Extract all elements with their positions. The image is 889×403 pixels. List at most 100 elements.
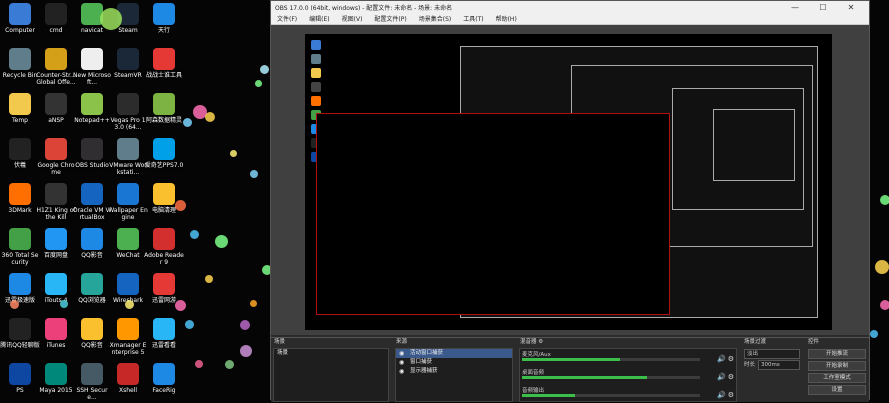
desktop-shortcut[interactable]: WeChat: [108, 228, 148, 259]
desktop-shortcut[interactable]: iTunes: [36, 318, 76, 349]
studio-mode-button[interactable]: 工作室模式: [808, 373, 866, 383]
desktop-shortcut[interactable]: QQ影音: [72, 228, 112, 259]
desktop-shortcut[interactable]: Adobe Reader 9: [144, 228, 184, 266]
desktop-shortcut-label: Computer: [5, 27, 35, 34]
desktop-shortcut[interactable]: QQ影音: [72, 318, 112, 349]
source-bounding-box[interactable]: [316, 113, 670, 315]
desktop-shortcut-label: 3DMark: [8, 207, 32, 214]
maximize-button[interactable]: ☐: [809, 3, 837, 12]
preview-canvas[interactable]: [305, 34, 832, 330]
scene-item[interactable]: 场景: [274, 349, 388, 358]
desktop-shortcut[interactable]: Maya 2015: [36, 363, 76, 394]
desktop-shortcut-label: QQ影音: [81, 342, 103, 349]
desktop-shortcut[interactable]: PS: [0, 363, 40, 394]
desktop-shortcut[interactable]: Google Chrome: [36, 138, 76, 176]
xmanager-icon: [117, 318, 139, 340]
ssh-icon: [81, 363, 103, 385]
desktop-shortcut[interactable]: SteamVR: [108, 48, 148, 79]
duration-input[interactable]: 300ms: [758, 360, 800, 370]
desktop-shortcut-label: Temp: [12, 117, 28, 124]
desktop-shortcut[interactable]: Vegas Pro 13.0 (64...: [108, 93, 148, 131]
menu-profile[interactable]: 配置文件(P): [368, 14, 412, 23]
desktop-shortcut-label: Maya 2015: [39, 387, 73, 394]
desktop-shortcut[interactable]: iTouts 4: [36, 273, 76, 304]
desktop-shortcut[interactable]: 爱奇艺PPS7.0: [144, 138, 184, 169]
menu-file[interactable]: 文件(F): [271, 14, 303, 23]
menu-edit[interactable]: 编辑(E): [303, 14, 335, 23]
minimize-button[interactable]: —: [781, 3, 809, 12]
desktop-shortcut[interactable]: aNSP: [36, 93, 76, 124]
desktop-shortcut[interactable]: Xshell: [108, 363, 148, 394]
gear-icon[interactable]: ⚙: [728, 355, 734, 363]
facerig-icon: [153, 363, 175, 385]
speaker-icon[interactable]: 🔊: [717, 373, 726, 381]
volume-slider[interactable]: [522, 358, 700, 361]
broom-icon: [153, 183, 175, 205]
menu-help[interactable]: 帮助(H): [490, 14, 523, 23]
channel-name: 桌面音频: [522, 370, 545, 376]
desktop-shortcut[interactable]: 战战士谁工具: [144, 48, 184, 79]
desktop-shortcut[interactable]: 360 Total Security: [0, 228, 40, 266]
obs-window: OBS 17.0.0 (64bit, windows) - 配置文件: 未命名 …: [270, 0, 870, 402]
desktop-shortcut[interactable]: New Microsoft...: [72, 48, 112, 86]
eye-icon[interactable]: ◉: [399, 349, 404, 358]
desktop-shortcut[interactable]: Recycle Bin: [0, 48, 40, 79]
transition-select[interactable]: 淡出: [744, 349, 800, 359]
gear-icon[interactable]: ⚙: [538, 339, 543, 345]
gear-icon[interactable]: ⚙: [728, 373, 734, 381]
eye-icon[interactable]: ◉: [399, 367, 404, 376]
desktop-shortcut[interactable]: Computer: [0, 3, 40, 34]
desktop-shortcut[interactable]: FaceRig: [144, 363, 184, 394]
desktop-shortcut[interactable]: OBS Studio: [72, 138, 112, 169]
desktop-shortcut[interactable]: SSH Secure...: [72, 363, 112, 401]
wallpaper-dot: [250, 170, 258, 178]
source-label: 显示器捕获: [410, 368, 438, 374]
menu-scene-collection[interactable]: 场景集合(S): [413, 14, 458, 23]
start-streaming-button[interactable]: 开始推流: [808, 349, 866, 359]
gear-icon[interactable]: ⚙: [728, 391, 734, 399]
menu-view[interactable]: 视图(V): [336, 14, 369, 23]
source-item[interactable]: ◉ 显示器捕获: [396, 367, 512, 376]
desktop-shortcut[interactable]: 天行: [144, 3, 184, 34]
desktop-shortcut-label: Notepad++: [74, 117, 110, 124]
start-recording-button[interactable]: 开始录制: [808, 361, 866, 371]
desktop-shortcut[interactable]: QQ浏览器: [72, 273, 112, 304]
source-label: 窗口捕获: [410, 359, 433, 365]
desktop-shortcut[interactable]: Xmanager Enterprise 5: [108, 318, 148, 356]
desktop-shortcut[interactable]: 3DMark: [0, 183, 40, 214]
desktop-shortcut[interactable]: Temp: [0, 93, 40, 124]
desktop-shortcut[interactable]: Oracle VM VirtualBox: [72, 183, 112, 221]
desktop-shortcut-label: Xshell: [118, 387, 138, 394]
source-item[interactable]: ◉ 活动窗口捕获: [396, 349, 512, 358]
desktop-shortcut[interactable]: Wallpaper Engine: [108, 183, 148, 221]
close-button[interactable]: ✕: [837, 3, 865, 12]
volume-slider[interactable]: [522, 394, 700, 397]
speaker-icon[interactable]: 🔊: [717, 355, 726, 363]
title-bar[interactable]: OBS 17.0.0 (64bit, windows) - 配置文件: 未命名 …: [271, 1, 869, 13]
eye-icon[interactable]: ◉: [399, 358, 404, 367]
speaker-icon[interactable]: 🔊: [717, 391, 726, 399]
desktop-shortcut[interactable]: Notepad++: [72, 93, 112, 124]
scenes-dock: 场景 场景: [271, 338, 391, 402]
desktop-shortcut[interactable]: 迅雷极速版: [0, 273, 40, 304]
menu-tools[interactable]: 工具(T): [457, 14, 489, 23]
settings-button[interactable]: 设置: [808, 385, 866, 395]
desktop-shortcut[interactable]: 伏羲: [0, 138, 40, 169]
wireshark-icon: [117, 273, 139, 295]
desktop-shortcut[interactable]: VMware Workstati...: [108, 138, 148, 176]
source-item[interactable]: ◉ 窗口捕获: [396, 358, 512, 367]
desktop-shortcut[interactable]: Counter-Str... Global Offe...: [36, 48, 76, 86]
obs-icon: [81, 138, 103, 160]
folder-icon: [9, 93, 31, 115]
desktop-shortcut[interactable]: 迅雷看看: [144, 318, 184, 349]
controls-title: 控件: [808, 339, 820, 345]
wallpaper-dot: [880, 195, 889, 205]
desktop-shortcut[interactable]: H1Z1 King of the Kill: [36, 183, 76, 221]
desktop-shortcut[interactable]: cmd: [36, 3, 76, 34]
wallpaper-dot: [190, 230, 199, 239]
desktop-shortcut[interactable]: 百度网盘: [36, 228, 76, 259]
desktop-shortcut[interactable]: 腾讯QQ轻聊版: [0, 318, 40, 349]
volume-slider[interactable]: [522, 376, 700, 379]
desktop-shortcut[interactable]: 阿森数据精灵: [144, 93, 184, 124]
volume-meter-fill: [522, 376, 647, 379]
